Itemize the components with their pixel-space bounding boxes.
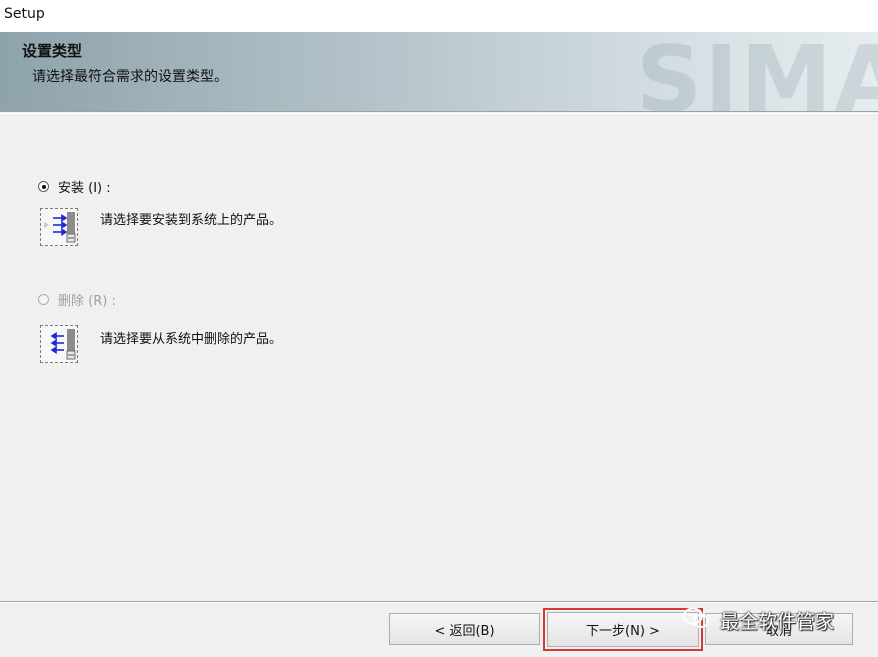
header-banner: SIMA 设置类型 请选择最符合需求的设置类型。: [0, 32, 878, 111]
remove-option[interactable]: 删除 (R) :: [38, 290, 116, 309]
install-option-label: 安装 (I) :: [58, 181, 111, 196]
footer-divider: [0, 601, 878, 603]
setup-type-panel: 安装 (I) : 请选择要安装到系统上的产品。 删除 (R): 请选择要从系统…: [0, 114, 878, 600]
install-description: 请选择要安装到系统上的产品。: [100, 213, 283, 228]
back-button[interactable]: < 返回(B): [389, 613, 540, 645]
install-option[interactable]: 安装 (I) :: [38, 177, 111, 196]
watermark-overlay: 最全软件管家: [682, 606, 834, 635]
watermark-text: 最全软件管家: [720, 611, 835, 633]
page-subtitle: 请选择最符合需求的设置类型。: [32, 69, 228, 85]
remove-option-label: 删除 (R) :: [58, 294, 116, 309]
next-button[interactable]: 下一步(N) >: [547, 612, 699, 647]
page-title: 设置类型: [22, 42, 83, 60]
window-title: Setup: [4, 6, 45, 22]
setup-window: Setup SIMA 设置类型 请选择最符合需求的设置类型。 安装 (I) :: [0, 0, 878, 657]
install-radio[interactable]: [38, 181, 49, 192]
install-arrows-icon: [40, 208, 78, 246]
wechat-icon: [682, 606, 710, 635]
remove-description: 请选择要从系统中删除的产品。: [100, 332, 283, 347]
remove-arrows-icon: [40, 325, 78, 363]
title-bar: Setup: [0, 0, 878, 32]
banner-watermark: SIMA: [636, 32, 878, 111]
remove-radio[interactable]: [38, 294, 49, 305]
